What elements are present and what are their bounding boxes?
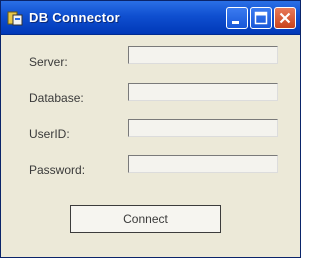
database-label: Database: xyxy=(29,91,84,105)
server-input[interactable] xyxy=(128,46,278,64)
maximize-button[interactable] xyxy=(250,7,272,29)
userid-label: UserID: xyxy=(29,127,70,141)
window-title: DB Connector xyxy=(29,10,120,25)
password-input[interactable] xyxy=(128,155,278,173)
close-icon xyxy=(279,12,291,24)
title-bar[interactable]: DB Connector xyxy=(1,1,300,35)
server-label: Server: xyxy=(29,55,68,69)
minimize-button[interactable] xyxy=(226,7,248,29)
minimize-icon xyxy=(232,21,239,24)
close-button[interactable] xyxy=(274,7,296,29)
database-app-icon xyxy=(7,10,23,26)
db-connector-window: DB Connector Server: Database: UserID: P… xyxy=(0,0,301,258)
database-input[interactable] xyxy=(128,83,278,101)
maximize-icon xyxy=(254,11,268,25)
userid-input[interactable] xyxy=(128,119,278,137)
password-label: Password: xyxy=(29,163,86,177)
connect-button[interactable]: Connect xyxy=(70,205,221,233)
